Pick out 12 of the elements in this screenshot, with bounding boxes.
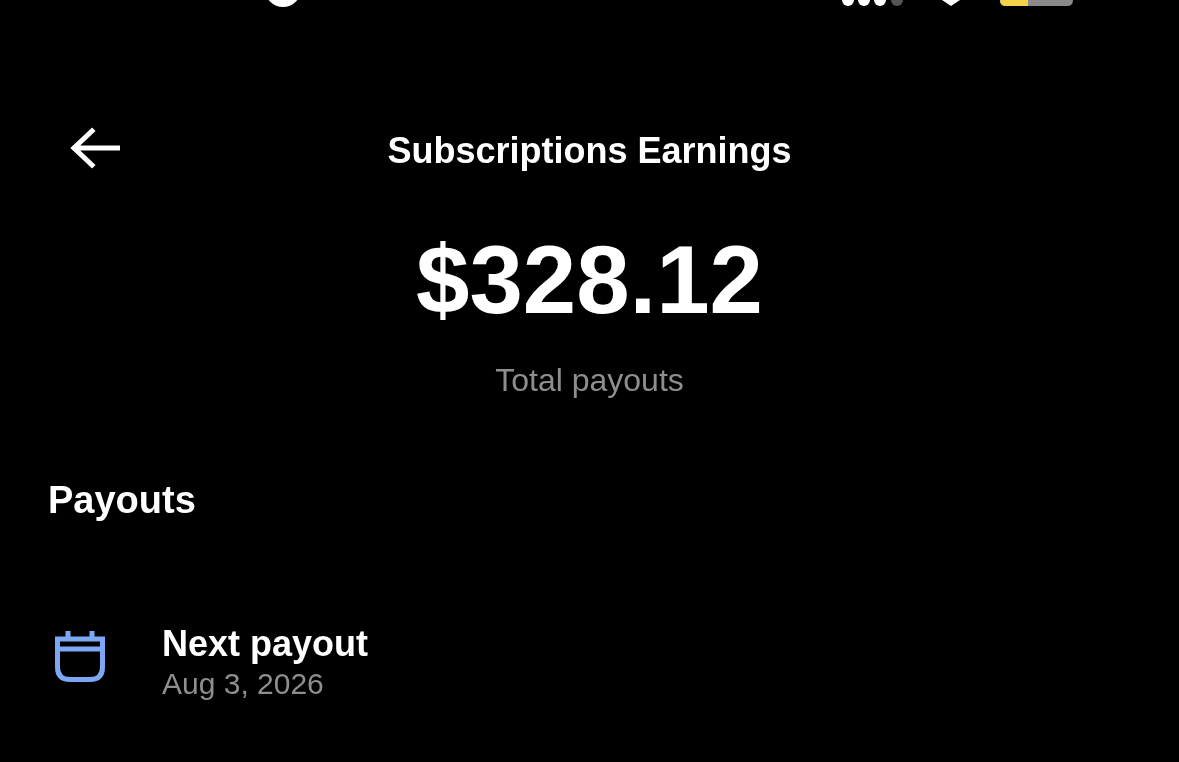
- payout-date: Aug 3, 2026: [162, 669, 325, 699]
- back-arrow-icon: [70, 126, 120, 170]
- wifi-icon: [942, 0, 960, 6]
- calendar-icon: [53, 630, 107, 684]
- page-title: Subscriptions Earnings: [387, 129, 792, 169]
- battery-icon: [1000, 0, 1073, 6]
- signal-icon: [842, 0, 904, 7]
- total-caption: Total payouts: [495, 364, 684, 396]
- payout-title: Next payout: [162, 626, 369, 662]
- section-heading: Payouts: [48, 481, 196, 519]
- total-amount: $328.12: [416, 232, 763, 328]
- back-button[interactable]: [70, 126, 120, 170]
